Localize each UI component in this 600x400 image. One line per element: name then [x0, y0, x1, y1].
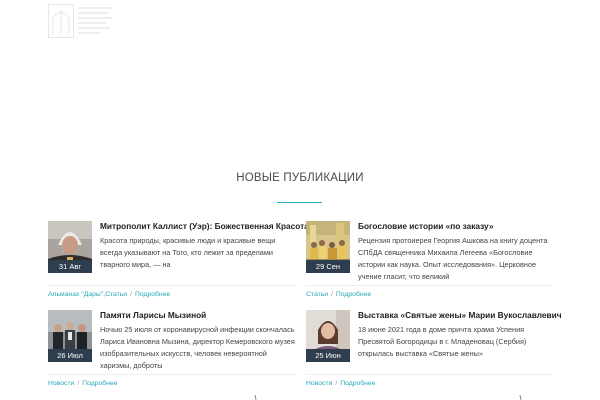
- post-card: 26 Июл Памяти Ларисы Мызиной Ночью 25 ию…: [48, 310, 296, 392]
- meta-separator: /: [130, 291, 132, 298]
- post-date: 31 Авг: [48, 260, 92, 273]
- divider: [306, 374, 554, 375]
- divider: [306, 285, 554, 286]
- post-excerpt: Красота природы, красивые люди и красивы…: [100, 236, 276, 269]
- divider: [48, 374, 296, 375]
- post-card: 29 Сен Богословие истории «по заказу» Ре…: [306, 221, 554, 303]
- post-category-link[interactable]: Альманах "Дары",Статьи: [48, 291, 127, 298]
- post-category-link[interactable]: Статьи: [306, 291, 328, 298]
- post-thumbnail[interactable]: 29 Сен: [306, 221, 350, 273]
- post-thumbnail[interactable]: 25 Июн: [306, 310, 350, 362]
- post-card: 25 Июн Выставка «Святые жены» Марии Вуко…: [306, 310, 562, 392]
- post-excerpt: Рецензия протоиерея Георгия Ашкова на кн…: [358, 236, 548, 281]
- post-title[interactable]: Богословие истории «по заказу»: [358, 221, 558, 231]
- post-meta: Новости / Подробнее: [306, 380, 375, 387]
- post-card: 31 Авг Митрополит Каллист (Уэр): Божеств…: [48, 221, 309, 303]
- read-more-link[interactable]: Подробнее: [82, 380, 117, 387]
- post-meta: Альманах "Дары",Статьи / Подробнее: [48, 291, 170, 298]
- post-thumbnail[interactable]: 26 Июл: [48, 310, 92, 362]
- read-more-link[interactable]: Подробнее: [135, 291, 170, 298]
- post-excerpt: Ночью 25 июля от коронавирусной инфекции…: [100, 325, 295, 370]
- divider: [48, 285, 296, 286]
- post-title[interactable]: Митрополит Каллист (Уэр): Божественная К…: [100, 221, 309, 231]
- post-date: 25 Июн: [306, 349, 350, 362]
- post-excerpt: 18 июне 2021 года в доме причта храма Ус…: [358, 325, 527, 358]
- read-more-link[interactable]: Подробнее: [340, 380, 375, 387]
- post-category-link[interactable]: Новости: [48, 380, 74, 387]
- post-date: 29 Сен: [306, 260, 350, 273]
- post-meta: Новости / Подробнее: [48, 380, 117, 387]
- post-meta: Статьи / Подробнее: [306, 291, 371, 298]
- next-row-edge: [254, 395, 522, 400]
- section-title: НОВЫЕ ПУБЛИКАЦИИ: [236, 172, 364, 184]
- post-title[interactable]: Памяти Ларисы Мызиной: [100, 310, 300, 320]
- site-logo[interactable]: [48, 4, 114, 38]
- section-title-underline: [277, 202, 322, 203]
- meta-separator: /: [77, 380, 80, 387]
- post-category-link[interactable]: Новости: [306, 380, 332, 387]
- read-more-link[interactable]: Подробнее: [336, 291, 371, 298]
- meta-separator: /: [335, 380, 338, 387]
- post-thumbnail[interactable]: 31 Авг: [48, 221, 92, 273]
- post-date: 26 Июл: [48, 349, 92, 362]
- post-title[interactable]: Выставка «Святые жены» Марии Вукославлев…: [358, 310, 562, 320]
- meta-separator: /: [331, 291, 333, 298]
